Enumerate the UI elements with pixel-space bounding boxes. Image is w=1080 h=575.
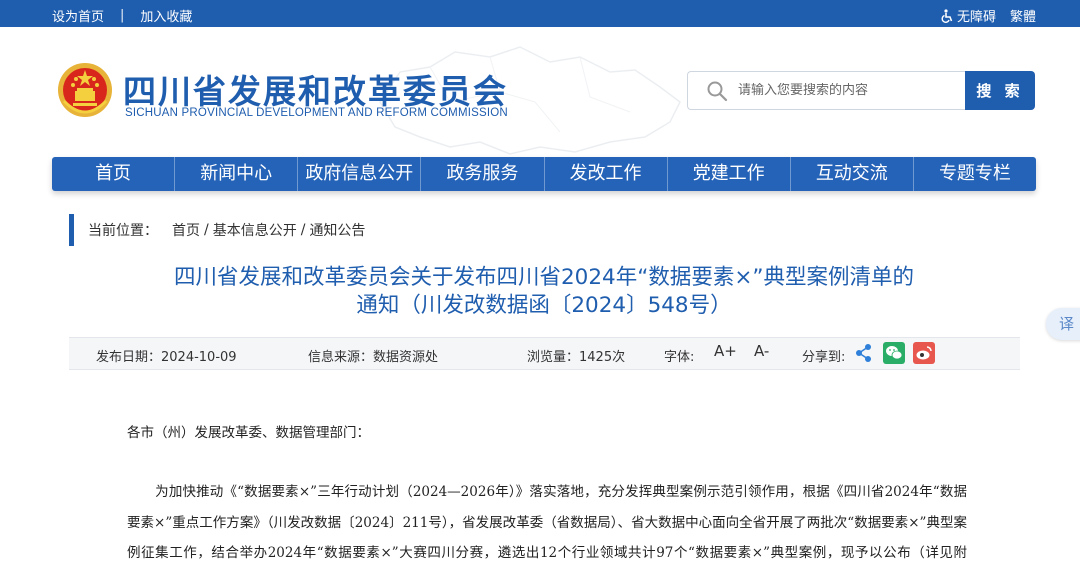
translate-button[interactable]: 译: [1046, 308, 1080, 340]
breadcrumb: 当前位置： 首页 / 基本信息公开 / 通知公告: [69, 214, 365, 246]
nav-item-special-topics[interactable]: 专题专栏: [914, 157, 1036, 191]
national-emblem-icon: [58, 63, 112, 117]
info-source-value: 数据资源处: [373, 350, 439, 365]
nav-item-gov-services[interactable]: 政务服务: [421, 157, 545, 191]
site-subtitle: SICHUAN PROVINCIAL DEVELOPMENT AND REFOR…: [125, 107, 508, 119]
article-title: 四川省发展和改革委员会关于发布四川省2024年“数据要素×”典型案例清单的 通知…: [100, 264, 988, 320]
accessibility-link[interactable]: 无障碍: [940, 6, 996, 25]
breadcrumb-notices[interactable]: 通知公告: [309, 220, 365, 240]
search-box: [687, 71, 966, 110]
main-nav: 首页 新闻中心 政府信息公开 政务服务 发改工作 党建工作 互动交流 专题专栏: [52, 157, 1036, 191]
nav-item-home[interactable]: 首页: [52, 157, 176, 191]
breadcrumb-label: 当前位置：: [88, 223, 158, 239]
site-title: 四川省发展和改革委员会: [123, 72, 508, 111]
search-input[interactable]: [738, 83, 958, 98]
wheelchair-icon: [941, 8, 953, 23]
add-favorite-link[interactable]: 加入收藏: [140, 6, 192, 25]
traditional-chinese-link[interactable]: 繁體: [1010, 6, 1036, 25]
breadcrumb-home[interactable]: 首页: [172, 220, 200, 240]
publish-date: 发布日期：2024-10-09: [96, 346, 237, 365]
nav-item-reform-work[interactable]: 发改工作: [545, 157, 668, 191]
article-title-line2: 通知（川发改数据函〔2024〕548号）: [356, 293, 732, 318]
share-icon[interactable]: [853, 342, 875, 364]
view-count-value: 1425次: [579, 350, 626, 365]
set-home-link[interactable]: 设为首页: [52, 6, 104, 25]
article-paragraph-text: 为加快推动《“数据要素×”三年行动计划（2024—2026年）》落实落地，充分发…: [127, 484, 967, 561]
breadcrumb-separator: /: [300, 222, 306, 238]
nav-item-party-building[interactable]: 党建工作: [668, 157, 791, 191]
search-button[interactable]: 搜 索: [965, 71, 1035, 110]
accessibility-label: 无障碍: [956, 10, 996, 25]
nav-item-info-disclosure[interactable]: 政府信息公开: [298, 157, 422, 191]
site-header: 四川省发展和改革委员会 SICHUAN PROVINCIAL DEVELOPME…: [0, 27, 1080, 157]
topbar-separator: |: [120, 8, 125, 23]
publish-date-label: 发布日期：: [96, 350, 162, 365]
view-count: 浏览量：1425次: [527, 346, 625, 365]
article-title-line1: 四川省发展和改革委员会关于发布四川省2024年“数据要素×”典型案例清单的: [173, 265, 914, 290]
article-paragraph: 为加快推动《“数据要素×”三年行动计划（2024—2026年）》落实落地，充分发…: [127, 477, 967, 575]
publish-date-value: 2024-10-09: [161, 350, 237, 365]
wechat-share-icon[interactable]: [883, 342, 905, 364]
view-count-label: 浏览量：: [527, 350, 580, 365]
weibo-share-icon[interactable]: [913, 342, 935, 364]
article-salutation: 各市（州）发展改革委、数据管理部门：: [127, 425, 370, 441]
article-meta-bar: 发布日期：2024-10-09 信息来源：数据资源处 浏览量：1425次 字体:…: [69, 337, 1020, 370]
font-size-label: 字体:: [664, 350, 695, 365]
top-bar: 设为首页 | 加入收藏 无障碍 繁體: [0, 0, 1080, 27]
share-label: 分享到:: [802, 350, 846, 365]
search-icon: [707, 81, 728, 101]
breadcrumb-basic-info[interactable]: 基本信息公开: [213, 220, 297, 240]
breadcrumb-separator: /: [204, 222, 209, 238]
nav-item-interaction[interactable]: 互动交流: [791, 157, 914, 191]
font-decrease-button[interactable]: A-: [754, 342, 769, 360]
font-increase-button[interactable]: A+: [714, 342, 737, 360]
nav-item-news[interactable]: 新闻中心: [175, 157, 299, 191]
info-source: 信息来源：数据资源处: [308, 346, 438, 365]
breadcrumb-accent-bar: [69, 214, 74, 246]
info-source-label: 信息来源：: [308, 350, 374, 365]
